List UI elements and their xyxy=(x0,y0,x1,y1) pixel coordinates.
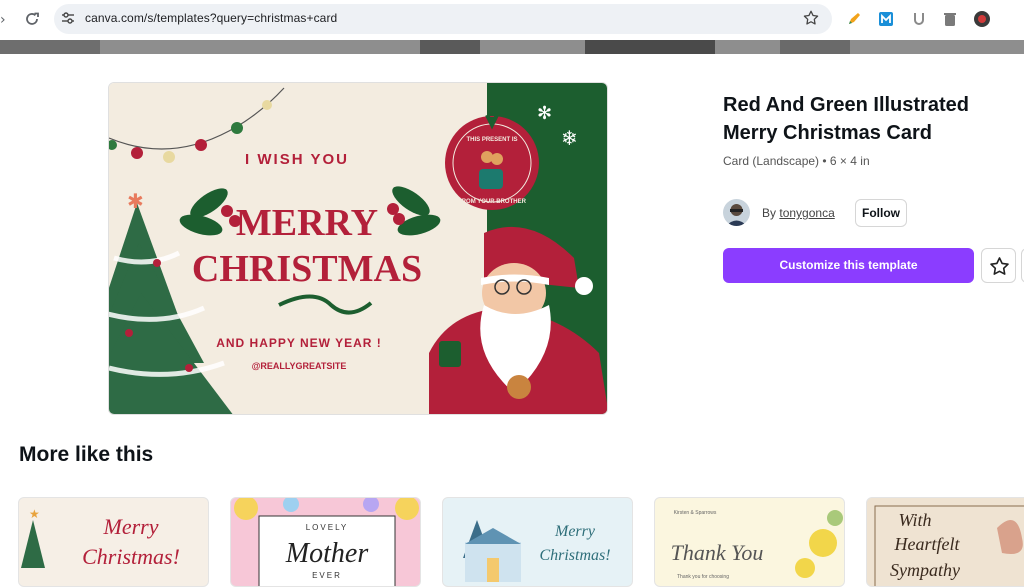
tune-icon[interactable] xyxy=(60,10,76,26)
svg-text:✻: ✻ xyxy=(537,103,552,124)
template-subtitle: Card (Landscape) • 6 × 4 in xyxy=(723,154,870,168)
trash-extension-icon[interactable] xyxy=(941,10,959,28)
favorite-button[interactable] xyxy=(981,248,1016,283)
template-thumbnail[interactable]: Kirsten & Sparrows Thank You Thank you f… xyxy=(654,497,845,587)
thumb-5-line3: Sympathy xyxy=(890,560,960,580)
pencil-extension-icon[interactable] xyxy=(846,10,864,28)
thumb-4-line2: Thank You xyxy=(671,540,764,565)
back-arrow-icon[interactable]: › xyxy=(0,12,8,28)
template-preview[interactable]: ✻ ❄ ✱ I WISH YOU MERRY CHRISTMAS AND HAP… xyxy=(108,82,608,415)
card-line1: I WISH YOU xyxy=(245,151,349,168)
thumb-4-line3: Thank you for choosing xyxy=(677,574,729,580)
follow-button[interactable]: Follow xyxy=(855,199,907,227)
u-extension-icon[interactable] xyxy=(910,10,928,28)
thumb-3-line1: Merry xyxy=(554,523,596,540)
browser-toolbar: › canva.com/s/templates?query=christmas+… xyxy=(0,0,1024,40)
star-icon[interactable] xyxy=(802,9,820,27)
card-christmas: CHRISTMAS xyxy=(192,248,422,290)
thumb-2-line2: Mother xyxy=(285,538,369,569)
thumb-5-line1: With xyxy=(898,510,931,530)
star-icon xyxy=(990,257,1009,275)
author-line: By tonygonca xyxy=(762,206,835,220)
thumb-5-line2: Heartfelt xyxy=(894,534,961,554)
template-thumbnail[interactable]: Merry Christmas! xyxy=(442,497,633,587)
svg-text:✱: ✱ xyxy=(127,189,144,213)
svg-text:★: ★ xyxy=(29,507,40,521)
overlay-strip xyxy=(0,40,1024,54)
more-like-this-heading: More like this xyxy=(19,443,154,466)
christmas-card-illustration: ✻ ❄ ✱ I WISH YOU MERRY CHRISTMAS AND HAP… xyxy=(109,83,607,414)
card-merry: MERRY xyxy=(236,202,378,244)
svg-text:❄: ❄ xyxy=(561,126,578,150)
author-link[interactable]: tonygonca xyxy=(779,206,834,220)
url-text[interactable]: canva.com/s/templates?query=christmas+ca… xyxy=(85,11,337,25)
template-thumbnail[interactable]: LOVELY Mother EVER xyxy=(230,497,421,587)
card-badge-bottom: FROM YOUR BROTHER xyxy=(458,199,527,205)
thumb-2-line1: LOVELY xyxy=(306,523,349,532)
template-thumbnail[interactable]: ★ Merry Christmas! xyxy=(18,497,209,587)
reload-icon[interactable] xyxy=(22,9,42,29)
thumb-1-line2: Christmas! xyxy=(82,544,180,569)
thumb-3-line2: Christmas! xyxy=(539,547,610,564)
card-line2: AND HAPPY NEW YEAR ! xyxy=(216,336,382,350)
m-extension-icon[interactable] xyxy=(877,10,895,28)
customize-template-button[interactable]: Customize this template xyxy=(723,248,974,283)
card-badge-top: THIS PRESENT IS xyxy=(466,137,517,143)
profile-extension-icon[interactable] xyxy=(973,10,991,28)
template-thumbnail[interactable]: With Heartfelt Sympathy xyxy=(866,497,1024,587)
card-handle: @REALLYGREATSITE xyxy=(252,361,347,371)
thumb-4-line1: Kirsten & Sparrows xyxy=(674,510,717,516)
template-title: Red And Green Illustrated Merry Christma… xyxy=(723,94,969,144)
thumb-1-line1: Merry xyxy=(103,514,159,539)
avatar[interactable] xyxy=(723,199,750,226)
by-label: By xyxy=(762,206,777,220)
